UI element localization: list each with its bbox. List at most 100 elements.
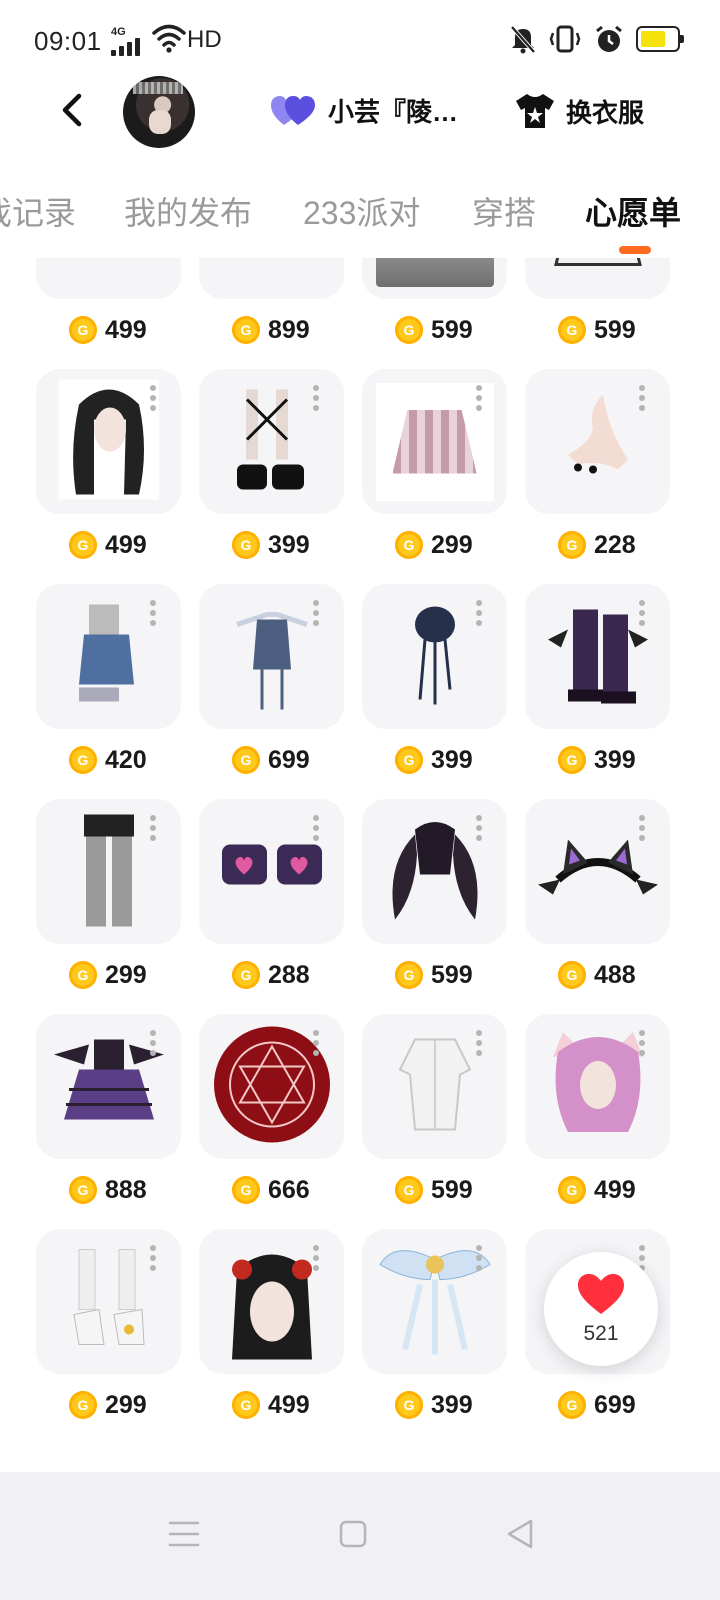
coin-icon — [558, 316, 586, 344]
wishlist-item-card[interactable] — [362, 258, 507, 299]
more-options-icon[interactable] — [639, 385, 645, 411]
more-options-icon[interactable] — [313, 1245, 319, 1271]
tab-my-posts[interactable]: 我的发布 — [124, 188, 252, 234]
change-outfit-button[interactable]: 换衣服 — [514, 92, 644, 130]
nav-home-button[interactable] — [323, 1504, 383, 1564]
navy-hat-icon — [405, 599, 465, 714]
tab-233-party[interactable]: 233派对 — [303, 188, 420, 234]
coin-icon — [69, 1176, 97, 1204]
item-price: 899 — [232, 313, 310, 347]
item-price: 399 — [232, 528, 310, 562]
coin-icon — [395, 316, 423, 344]
glass-stand-icon — [375, 258, 494, 287]
coin-icon — [232, 531, 260, 559]
more-options-icon[interactable] — [313, 385, 319, 411]
wishlist-item-card[interactable] — [525, 799, 670, 944]
coin-icon — [232, 961, 260, 989]
wishlist-item-card[interactable] — [199, 584, 344, 729]
more-options-icon[interactable] — [313, 600, 319, 626]
price-value: 299 — [105, 1390, 147, 1419]
blue-corset-dress-icon — [227, 594, 317, 719]
purple-boots-icon — [543, 599, 653, 714]
more-options-icon[interactable] — [476, 385, 482, 411]
item-price: 399 — [395, 743, 473, 777]
more-options-icon[interactable] — [476, 600, 482, 626]
wishlist-item-card[interactable] — [36, 584, 181, 729]
more-options-icon[interactable] — [150, 385, 156, 411]
more-options-icon[interactable] — [639, 1030, 645, 1056]
black-shorts-stockings-icon — [74, 809, 144, 934]
wishlist-item-card[interactable] — [199, 1229, 344, 1374]
coin-icon — [232, 1391, 260, 1419]
back-button[interactable] — [52, 90, 92, 130]
coin-icon — [558, 531, 586, 559]
item-price: 288 — [232, 958, 310, 992]
triangle-back-icon — [507, 1519, 533, 1549]
more-options-icon[interactable] — [313, 815, 319, 841]
more-options-icon[interactable] — [150, 1030, 156, 1056]
wishlist-item-card[interactable] — [199, 1014, 344, 1159]
more-options-icon[interactable] — [150, 1245, 156, 1271]
coin-icon — [395, 746, 423, 774]
wishlist-item-card[interactable] — [525, 584, 670, 729]
network-tag: 4G — [111, 26, 126, 38]
tab-game-records[interactable]: 游戏记录 — [0, 188, 76, 234]
more-options-icon[interactable] — [639, 815, 645, 841]
more-options-icon[interactable] — [150, 815, 156, 841]
wishlist-item-card[interactable] — [36, 369, 181, 514]
heart-icon — [578, 1274, 624, 1314]
more-options-icon[interactable] — [476, 815, 482, 841]
coin-icon — [395, 961, 423, 989]
item-price: 299 — [69, 1388, 147, 1422]
more-options-icon[interactable] — [150, 600, 156, 626]
avatar[interactable] — [123, 76, 195, 148]
wishlist-item-card[interactable] — [36, 258, 181, 299]
coin-icon — [558, 746, 586, 774]
wishlist-item-card[interactable] — [525, 1014, 670, 1159]
more-options-icon[interactable] — [476, 1030, 482, 1056]
wishlist-item-card[interactable] — [525, 258, 670, 299]
item-price: 699 — [232, 743, 310, 777]
price-value: 420 — [105, 745, 147, 774]
item-price: 666 — [232, 1173, 310, 1207]
price-value: 299 — [105, 960, 147, 989]
wishlist-item-card[interactable] — [525, 369, 670, 514]
more-options-icon[interactable] — [313, 1030, 319, 1056]
wishlist-item-card[interactable] — [362, 1229, 507, 1374]
wishlist-item-card[interactable] — [36, 799, 181, 944]
more-options-icon[interactable] — [476, 1245, 482, 1271]
more-options-icon[interactable] — [639, 600, 645, 626]
item-price: 499 — [69, 528, 147, 562]
wishlist-item-card[interactable] — [199, 369, 344, 514]
alarm-icon — [596, 25, 622, 52]
price-value: 288 — [268, 960, 310, 989]
nav-menu-button[interactable] — [154, 1504, 214, 1564]
nav-back-button[interactable] — [490, 1504, 550, 1564]
wishlist-item-card[interactable] — [36, 1014, 181, 1159]
tab-wishlist[interactable]: 心愿单 — [585, 188, 681, 234]
wishlist-item-card[interactable] — [362, 369, 507, 514]
battery-level — [641, 31, 665, 47]
price-value: 899 — [268, 315, 310, 344]
price-value: 888 — [105, 1175, 147, 1204]
coin-icon — [395, 1391, 423, 1419]
price-value: 699 — [594, 1390, 636, 1419]
friend-status[interactable]: 小芸『陵… — [270, 92, 458, 129]
status-time: 09:01 — [34, 26, 102, 56]
item-price: 228 — [558, 528, 636, 562]
item-price: 299 — [69, 958, 147, 992]
item-price: 599 — [395, 958, 473, 992]
wishlist-item-card[interactable] — [362, 1014, 507, 1159]
wishlist-item-card[interactable] — [362, 584, 507, 729]
price-value: 666 — [268, 1175, 310, 1204]
wishlist-item-card[interactable] — [36, 1229, 181, 1374]
wishlist-item-card[interactable] — [362, 799, 507, 944]
tab-outfits[interactable]: 穿搭 — [472, 188, 536, 234]
white-coat-icon — [385, 1029, 485, 1144]
chevron-left-icon — [62, 93, 82, 127]
vibrate-icon — [549, 25, 581, 53]
wishlist-item-card[interactable] — [199, 258, 344, 299]
wishlist-item-card[interactable] — [199, 799, 344, 944]
wishlist-counter-button[interactable]: 521 — [544, 1252, 658, 1366]
menu-icon — [168, 1521, 200, 1547]
